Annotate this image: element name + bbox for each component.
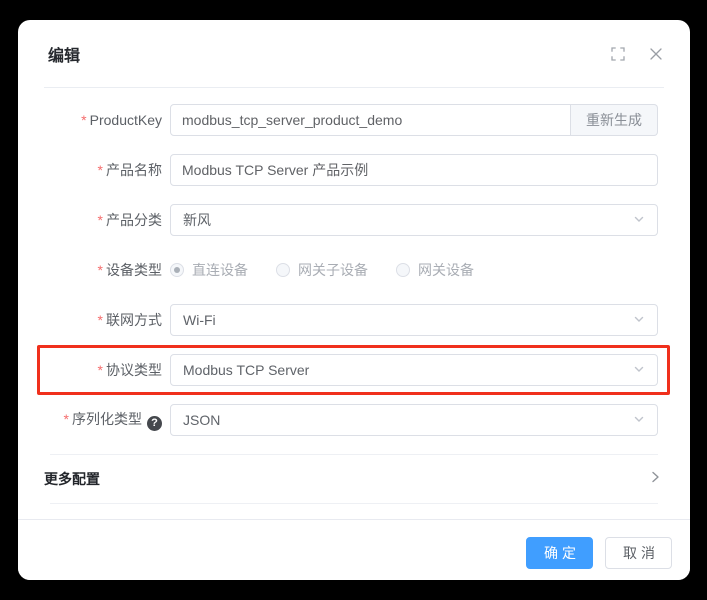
required-asterisk: * xyxy=(98,162,103,178)
device-type-radio-group: 直连设备 网关子设备 网关设备 xyxy=(170,254,658,286)
product-category-label: *产品分类 xyxy=(50,210,162,230)
radio-checked-icon xyxy=(170,263,184,277)
chevron-down-icon xyxy=(633,312,645,328)
required-asterisk: * xyxy=(81,112,86,128)
device-type-label: *设备类型 xyxy=(50,260,162,280)
required-asterisk: * xyxy=(98,312,103,328)
chevron-down-icon xyxy=(633,212,645,228)
required-asterisk: * xyxy=(98,362,103,378)
serialization-type-value: JSON xyxy=(183,412,220,428)
required-asterisk: * xyxy=(64,411,69,427)
productkey-input-group: 重新生成 xyxy=(170,104,658,136)
product-name-input[interactable] xyxy=(170,154,658,186)
form-row-product-name: *产品名称 xyxy=(50,154,658,186)
close-icon[interactable] xyxy=(648,46,664,62)
dialog-title: 编辑 xyxy=(48,42,80,66)
header-icons xyxy=(610,46,664,62)
form-row-productkey: *ProductKey 重新生成 xyxy=(50,104,658,136)
radio-direct-device[interactable]: 直连设备 xyxy=(170,260,248,280)
cancel-button[interactable]: 取消 xyxy=(605,537,672,569)
protocol-type-select[interactable]: Modbus TCP Server xyxy=(170,354,658,386)
fullscreen-icon[interactable] xyxy=(610,46,626,62)
regenerate-button[interactable]: 重新生成 xyxy=(571,104,658,136)
form-row-serialization-type: *序列化类型? JSON xyxy=(50,404,658,436)
form-area: *ProductKey 重新生成 *产品名称 *产品分类 新风 *设备类型 xyxy=(18,88,690,436)
dialog-footer: 确定 取消 xyxy=(18,519,690,580)
edit-dialog: 编辑 *ProductKey 重新生成 *产品名称 xyxy=(18,20,690,580)
required-asterisk: * xyxy=(98,212,103,228)
productkey-input[interactable] xyxy=(170,104,571,136)
form-row-protocol-type: *协议类型 Modbus TCP Server xyxy=(50,354,658,386)
chevron-down-icon xyxy=(633,412,645,428)
required-asterisk: * xyxy=(98,262,103,278)
protocol-type-label: *协议类型 xyxy=(50,360,162,380)
help-icon[interactable]: ? xyxy=(147,416,162,431)
radio-unchecked-icon xyxy=(396,263,410,277)
form-row-device-type: *设备类型 直连设备 网关子设备 网关设备 xyxy=(50,254,658,286)
serialization-type-select[interactable]: JSON xyxy=(170,404,658,436)
protocol-type-value: Modbus TCP Server xyxy=(183,362,309,378)
serialization-type-label: *序列化类型? xyxy=(50,409,162,431)
chevron-down-icon xyxy=(633,362,645,378)
network-mode-select[interactable]: Wi-Fi xyxy=(170,304,658,336)
radio-unchecked-icon xyxy=(276,263,290,277)
more-config-label: 更多配置 xyxy=(44,469,100,489)
chevron-right-icon xyxy=(648,470,662,489)
product-category-value: 新风 xyxy=(183,210,211,230)
radio-gateway-sub-device[interactable]: 网关子设备 xyxy=(276,260,368,280)
more-config-row[interactable]: 更多配置 xyxy=(18,455,690,503)
productkey-label: *ProductKey xyxy=(50,112,162,128)
confirm-button[interactable]: 确定 xyxy=(526,537,593,569)
product-name-label: *产品名称 xyxy=(50,160,162,180)
radio-gateway-device[interactable]: 网关设备 xyxy=(396,260,474,280)
form-row-network-mode: *联网方式 Wi-Fi xyxy=(50,304,658,336)
divider xyxy=(50,503,658,504)
product-category-select[interactable]: 新风 xyxy=(170,204,658,236)
form-row-product-category: *产品分类 新风 xyxy=(50,204,658,236)
dialog-header: 编辑 xyxy=(18,20,690,88)
network-mode-label: *联网方式 xyxy=(50,310,162,330)
network-mode-value: Wi-Fi xyxy=(183,312,216,328)
